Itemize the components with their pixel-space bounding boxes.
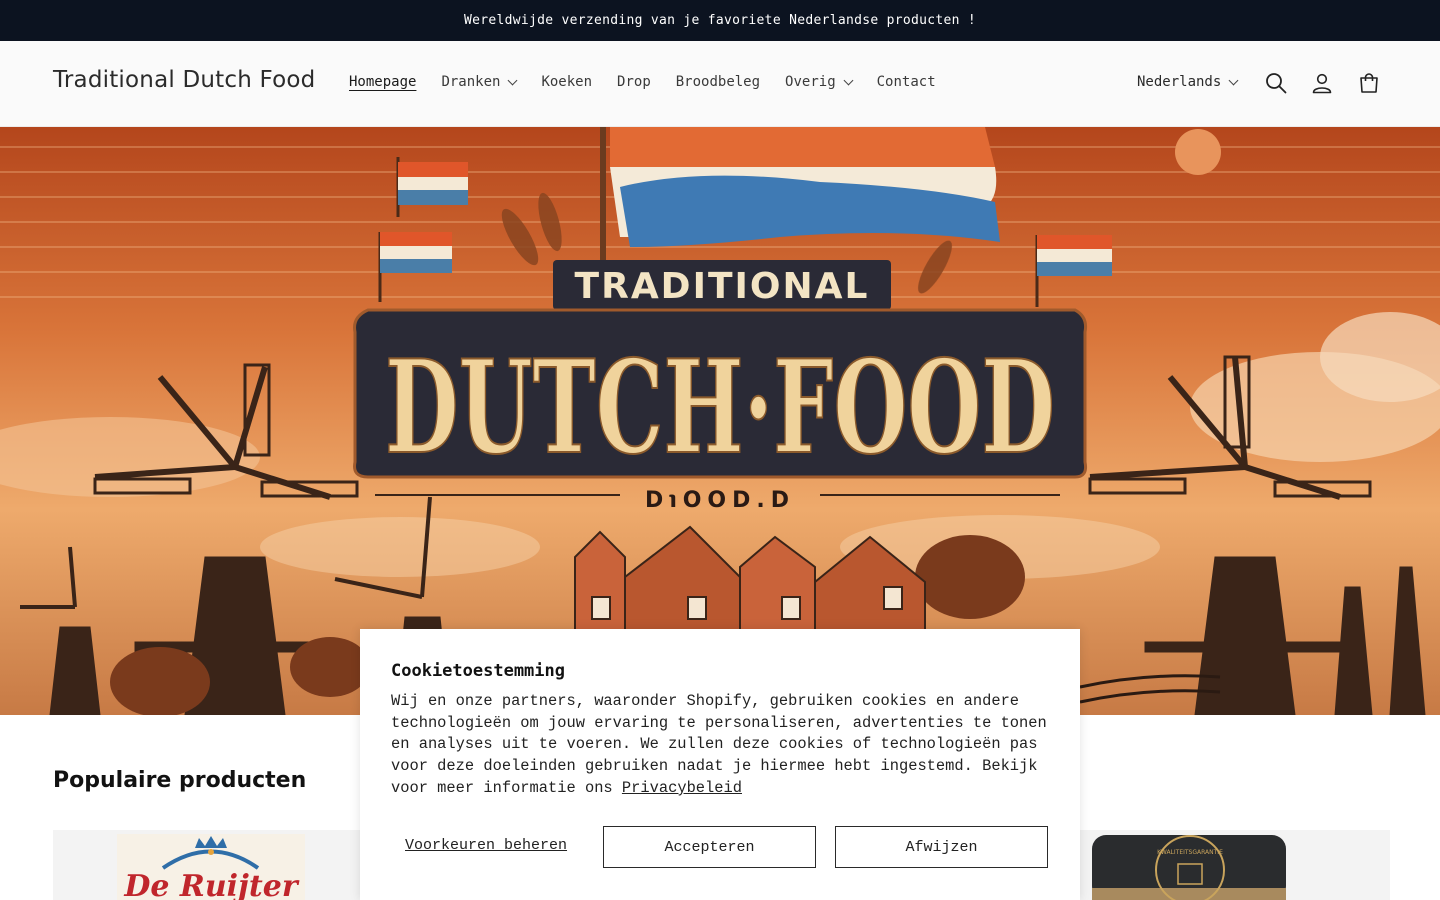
nav-item-label: Koeken — [541, 74, 593, 90]
hero-text-top: TRADITIONAL — [575, 266, 870, 307]
announcement-bar: Wereldwijde verzending van je favoriete … — [0, 0, 1440, 41]
manage-preferences-link[interactable]: Voorkeuren beheren — [405, 837, 567, 854]
decline-cookies-button[interactable]: Afwijzen — [835, 826, 1048, 868]
hero-text-main: DUTCH·FOOD — [385, 333, 1055, 483]
hero-text-sub: D℩OOD.D — [645, 488, 795, 513]
search-icon — [1266, 73, 1287, 94]
nav-item-label: Broodbeleg — [675, 74, 761, 90]
product-card[interactable]: KWALITEITSGARANTIE — [1080, 830, 1390, 900]
hero-illustration: TRADITIONAL DUTCH·FOOD D℩OOD.D — [0, 127, 1440, 715]
privacy-policy-link[interactable]: Privacybeleid — [622, 779, 742, 797]
main-nav: Homepage Dranken Koeken Drop Broodbeleg … — [349, 74, 961, 90]
cookie-body: Wij en onze partners, waaronder Shopify,… — [391, 691, 1056, 800]
cart-icon — [1360, 73, 1378, 93]
nav-item-homepage[interactable]: Homepage — [349, 74, 416, 90]
nav-item-contact[interactable]: Contact — [877, 74, 936, 90]
nav-item-dranken[interactable]: Dranken — [441, 74, 518, 90]
nav-item-label: Overig — [785, 74, 836, 90]
section-title-popular: Populaire producten — [53, 768, 307, 793]
search-button[interactable] — [1263, 70, 1289, 96]
nav-item-overig[interactable]: Overig — [785, 74, 854, 90]
account-button[interactable] — [1309, 70, 1335, 96]
cookie-title: Cookietoestemming — [391, 661, 565, 681]
chevron-down-icon — [1228, 75, 1239, 85]
announcement-text: Wereldwijde verzending van je favoriete … — [464, 13, 976, 28]
hero-banner: TRADITIONAL DUTCH·FOOD D℩OOD.D — [0, 127, 1440, 715]
nav-item-drop[interactable]: Drop — [617, 74, 651, 90]
nav-item-label: Contact — [876, 74, 936, 90]
chevron-down-icon — [843, 75, 854, 85]
language-selector[interactable]: Nederlands — [1137, 74, 1239, 90]
cart-button[interactable] — [1356, 70, 1382, 96]
product-image: De Ruijter — [117, 834, 305, 900]
product-brand-text: De Ruijter — [123, 869, 299, 900]
site-header: Traditional Dutch Food Homepage Dranken … — [0, 41, 1440, 127]
nav-item-label: Dranken — [441, 74, 501, 90]
chevron-down-icon — [508, 75, 518, 85]
site-logo[interactable]: Traditional Dutch Food — [53, 67, 315, 93]
account-icon — [1312, 73, 1332, 94]
cookie-consent-dialog: Cookietoestemming Wij en onze partners, … — [360, 629, 1080, 900]
product-image: KWALITEITSGARANTIE — [1092, 835, 1286, 900]
product-label-text: KWALITEITSGARANTIE — [1157, 849, 1223, 856]
language-label: Nederlands — [1137, 74, 1222, 90]
nav-item-broodbeleg[interactable]: Broodbeleg — [676, 74, 760, 90]
accept-cookies-button[interactable]: Accepteren — [603, 826, 816, 868]
nav-item-label: Drop — [617, 74, 651, 90]
product-card[interactable]: De Ruijter — [53, 830, 363, 900]
nav-item-koeken[interactable]: Koeken — [541, 74, 592, 90]
nav-item-label: Homepage — [349, 74, 417, 90]
